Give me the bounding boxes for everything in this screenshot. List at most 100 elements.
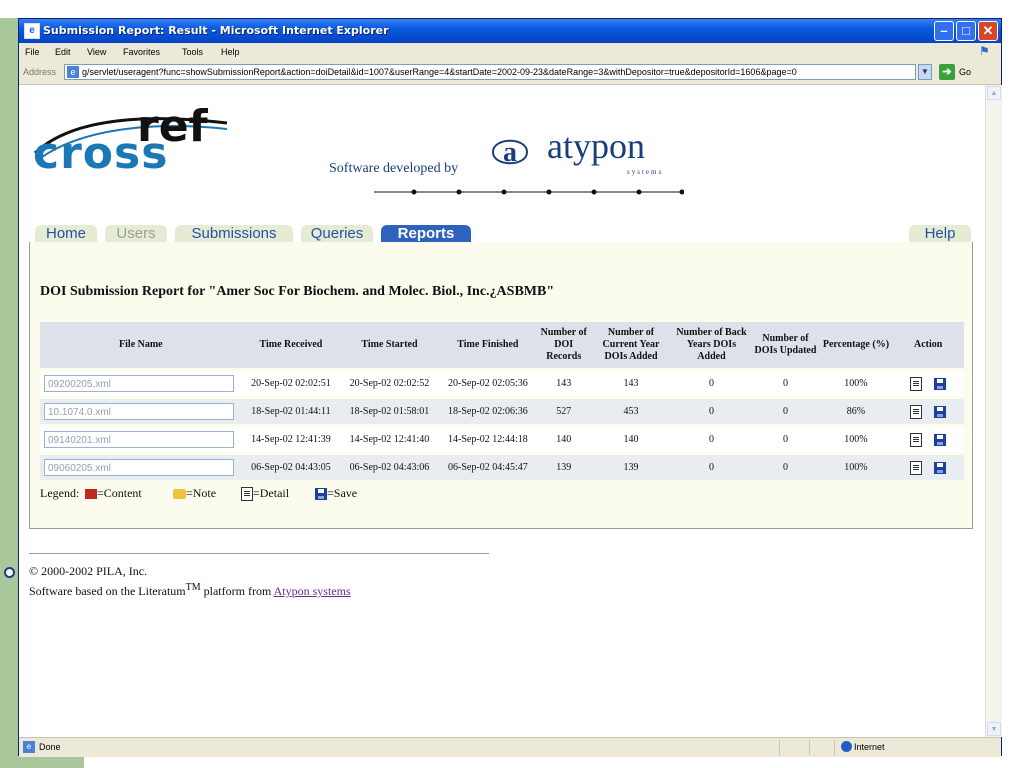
cell-current-year: 140 [590,424,672,454]
cell-doi-records: 139 [537,452,591,480]
cell-dois-updated: 0 [751,452,820,480]
cell-time-finished: 18-Sep-02 02:06:36 [438,396,538,426]
menu-help[interactable]: Help [221,47,240,57]
save-icon[interactable] [934,377,947,390]
col-time-started: Time Started [340,322,439,370]
cell-percentage: 86% [819,396,893,426]
title-bar: e Submission Report: Result - Microsoft … [19,19,1001,43]
cell-time-received: 14-Sep-02 12:41:39 [241,424,341,454]
tab-users[interactable]: Users [105,225,167,242]
cell-dois-updated: 0 [751,368,820,398]
cell-doi-records: 527 [537,396,591,426]
address-dropdown-icon[interactable]: ▼ [918,64,932,80]
tab-queries[interactable]: Queries [301,225,373,242]
report-title: DOI Submission Report for "Amer Soc For … [40,284,555,299]
cell-back-years: 0 [671,452,752,480]
close-button[interactable]: ✕ [978,21,998,41]
page-icon: e [67,66,79,78]
content-icon [85,489,97,500]
cell-action [892,368,964,398]
report-panel: DOI Submission Report for "Amer Soc For … [29,242,973,529]
cell-time-finished: 20-Sep-02 02:05:36 [438,368,538,398]
cell-time-finished: 14-Sep-02 12:44:18 [438,424,538,454]
legend-save: =Save [315,486,357,501]
cell-back-years: 0 [671,396,752,426]
detail-icon[interactable] [909,404,922,419]
go-button[interactable]: Go [959,67,971,77]
note-icon [173,489,186,500]
internet-zone-icon [841,741,852,752]
save-icon [315,488,327,501]
address-input[interactable]: e g/servlet/useragent?func=showSubmissio… [64,64,916,80]
slide-bullet-icon [4,567,15,578]
file-name-field[interactable]: 09200205.xml [44,375,234,392]
file-name-field[interactable]: 10.1074.0.xml [44,403,234,420]
menu-view[interactable]: View [87,47,106,57]
menu-edit[interactable]: Edit [55,47,71,57]
cell-time-received: 20-Sep-02 02:02:51 [241,368,341,398]
ie-window-icon: e [24,23,40,39]
menu-bar: File Edit View Favorites Tools Help ⚑ [19,43,1001,63]
minimize-button[interactable]: – [934,21,954,41]
cell-doi-records: 140 [537,424,591,454]
file-name-field[interactable]: 09140201.xml [44,431,234,448]
menu-favorites[interactable]: Favorites [123,47,160,57]
menu-file[interactable]: File [25,47,40,57]
menu-tools[interactable]: Tools [182,47,203,57]
scroll-down-arrow-icon[interactable]: ▼ [987,722,1001,736]
maximize-button[interactable]: □ [956,21,976,41]
decorative-dot-line [374,189,684,195]
detail-icon[interactable] [909,376,922,391]
legend-note: =Note [173,486,216,501]
table-row: 09200205.xml 20-Sep-02 02:02:51 20-Sep-0… [40,368,964,398]
software-prefix: Software based on the Literatum [29,584,186,598]
tab-home[interactable]: Home [35,225,97,242]
security-zone: Internet [854,742,885,752]
cell-time-started: 18-Sep-02 01:58:01 [340,396,439,426]
page-done-icon: e [23,741,35,753]
cell-dois-updated: 0 [751,396,820,426]
file-name-field[interactable]: 09060205.xml [44,459,234,476]
col-action: Action [892,322,964,370]
cell-action [892,424,964,454]
legend-content-text: =Content [97,486,142,500]
tab-reports[interactable]: Reports [381,225,471,242]
save-icon[interactable] [934,461,947,474]
atypon-subtitle: systems [627,168,664,176]
status-separator [779,740,780,755]
cell-time-received: 18-Sep-02 01:44:11 [241,396,341,426]
go-arrow-icon[interactable]: ➔ [939,64,955,80]
detail-icon [241,487,253,502]
vertical-scrollbar[interactable]: ▲ ▼ [985,85,1002,737]
cell-action [892,452,964,480]
page-viewport: cross ref Software developed by a atypon… [19,85,985,737]
detail-icon[interactable] [909,432,922,447]
atypon-logo-letter: a [503,137,517,168]
scroll-up-arrow-icon[interactable]: ▲ [987,86,1001,100]
legend-detail: =Detail [241,486,289,502]
atypon-logo-icon: a [491,137,529,168]
cell-current-year: 139 [590,452,672,480]
save-icon[interactable] [934,433,947,446]
col-file-name: File Name [40,322,242,370]
cell-percentage: 100% [819,452,893,480]
cell-back-years: 0 [671,368,752,398]
atypon-name: atypon [547,126,645,166]
legend-content: =Content [85,486,142,501]
submission-table: File Name Time Received Time Started Tim… [40,322,964,480]
tab-submissions[interactable]: Submissions [175,225,293,242]
status-separator [834,740,835,755]
cell-time-received: 06-Sep-02 04:43:05 [241,452,341,480]
windows-logo-icon: ⚑ [979,44,990,58]
detail-icon[interactable] [909,460,922,475]
save-icon[interactable] [934,405,947,418]
software-middle: platform from [200,584,274,598]
cell-doi-records: 143 [537,368,591,398]
atypon-link[interactable]: Atypon systems [274,584,351,598]
col-doi-records: Number of DOI Records [537,322,591,370]
crossref-logo-ref: ref [137,101,208,152]
window-title: Submission Report: Result - Microsoft In… [43,24,389,37]
tab-help[interactable]: Help [909,225,971,242]
cell-current-year: 453 [590,396,672,426]
table-row: 09140201.xml 14-Sep-02 12:41:39 14-Sep-0… [40,424,964,454]
